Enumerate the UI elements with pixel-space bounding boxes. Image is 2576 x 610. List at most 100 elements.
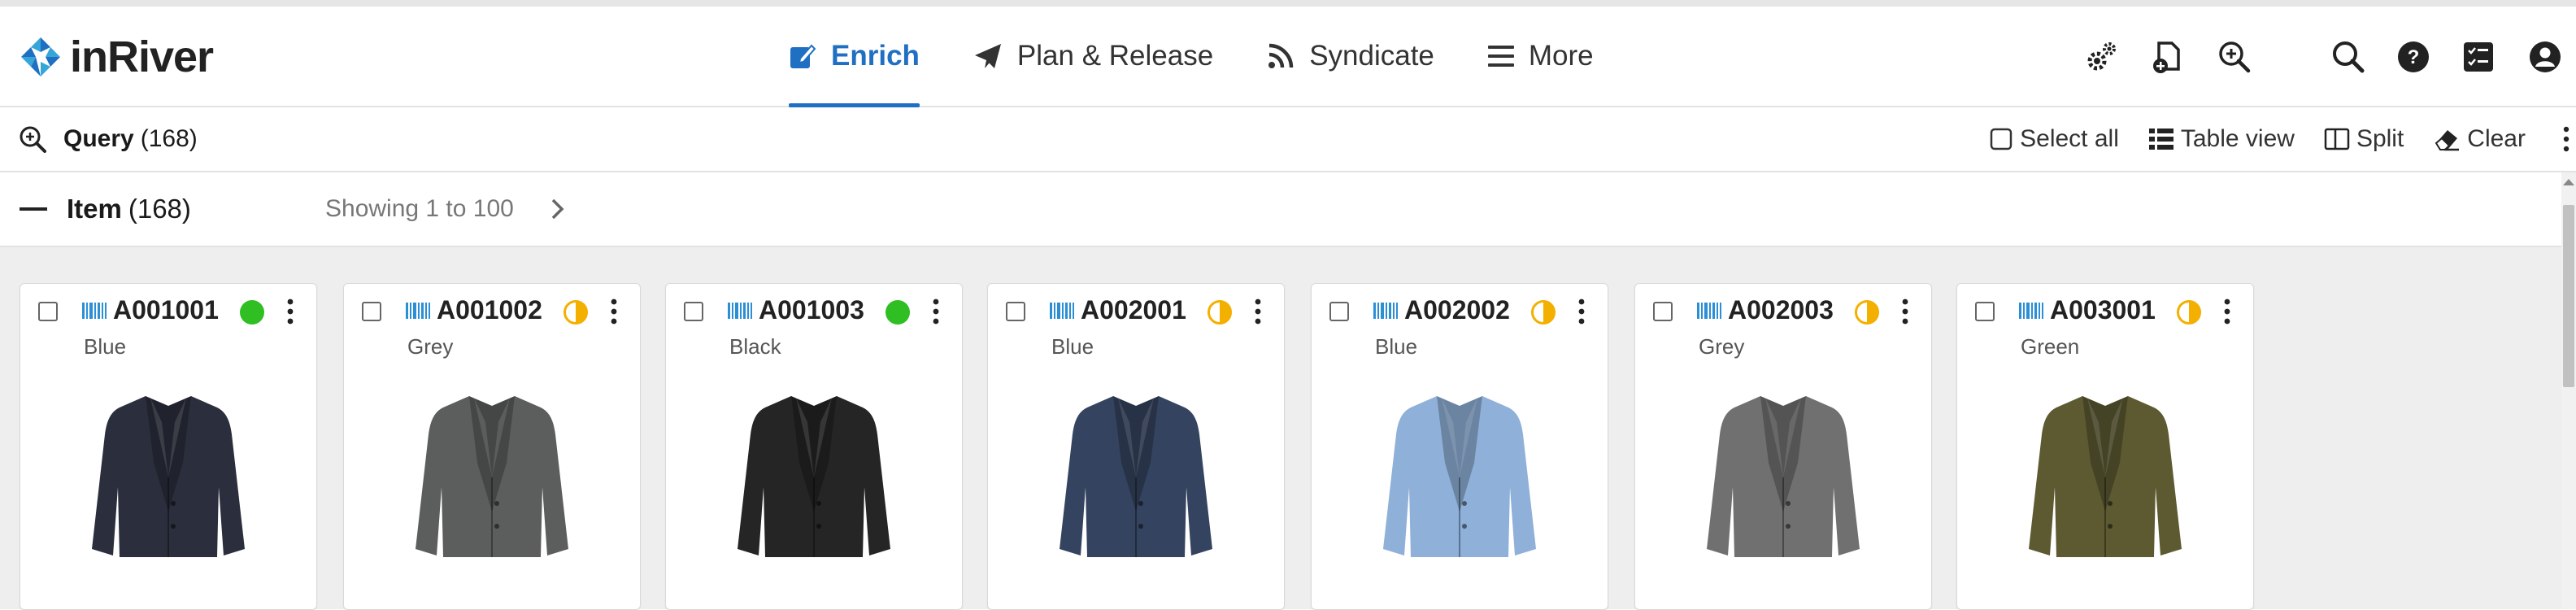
list-icon <box>2148 129 2174 150</box>
nav-syndicate[interactable]: Syndicate <box>1267 7 1434 106</box>
rss-feed-icon <box>1268 43 1294 68</box>
query-count: (168) <box>140 125 198 152</box>
clear-label: Clear <box>2467 125 2526 152</box>
new-document-icon[interactable] <box>2148 37 2187 76</box>
item-select-checkbox[interactable] <box>1329 302 1349 321</box>
table-view-label: Table view <box>2180 125 2295 152</box>
card-menu-icon[interactable] <box>611 298 617 325</box>
inriver-logo-icon <box>21 37 60 76</box>
item-select-checkbox[interactable] <box>1975 302 1995 321</box>
item-code[interactable]: A002003 <box>1728 295 1834 325</box>
gears-icon[interactable] <box>2082 37 2121 76</box>
query-actions: Select all Table view Split Clear <box>1989 107 2576 171</box>
item-code[interactable]: A002002 <box>1404 295 1510 325</box>
nav-enrich[interactable]: Enrich <box>789 7 920 107</box>
query-more-menu[interactable] <box>2555 126 2576 152</box>
table-view-button[interactable]: Table view <box>2148 125 2295 153</box>
logo-text: inRiver <box>70 33 214 81</box>
card-menu-icon[interactable] <box>287 298 294 325</box>
card-menu-icon[interactable] <box>933 298 939 325</box>
search-icon[interactable] <box>2329 37 2368 76</box>
item-code[interactable]: A002001 <box>1081 295 1186 325</box>
split-view-icon <box>2324 128 2350 150</box>
item-color: Grey <box>407 334 454 359</box>
tasks-icon[interactable] <box>2459 37 2498 76</box>
item-select-checkbox[interactable] <box>1653 302 1673 321</box>
item-image[interactable] <box>2024 390 2187 564</box>
clear-button[interactable]: Clear <box>2433 125 2526 153</box>
completeness-status-icon <box>886 300 910 325</box>
barcode-icon <box>1050 302 1074 319</box>
item-code[interactable]: A003001 <box>2050 295 2156 325</box>
item-card[interactable]: A001003 Black <box>665 283 963 610</box>
showing-range: Showing 1 to 100 <box>325 195 514 222</box>
card-menu-icon[interactable] <box>1255 298 1261 325</box>
query-toggle[interactable]: Query (168) <box>18 107 198 171</box>
item-select-checkbox[interactable] <box>38 302 58 321</box>
item-card[interactable]: A002003 Grey <box>1634 283 1932 610</box>
item-card[interactable]: A001001 Blue <box>20 283 317 610</box>
item-select-checkbox[interactable] <box>684 302 703 321</box>
item-card[interactable]: A002001 Blue <box>987 283 1285 610</box>
item-select-checkbox[interactable] <box>362 302 381 321</box>
jacket-image-icon <box>738 396 890 557</box>
completeness-status-icon <box>2177 300 2201 325</box>
nav-more-label: More <box>1528 40 1594 72</box>
item-color: Green <box>2021 334 2080 359</box>
scrollbar-thumb[interactable] <box>2563 205 2574 387</box>
item-image[interactable] <box>1702 390 1865 564</box>
item-code-wrap: A001002 <box>406 295 542 325</box>
barcode-icon <box>82 302 107 319</box>
nav-plan-release[interactable]: Plan & Release <box>973 7 1213 106</box>
item-code-wrap: A002001 <box>1050 295 1186 325</box>
card-menu-icon[interactable] <box>2224 298 2230 325</box>
eraser-icon <box>2435 130 2460 151</box>
pagination: Showing 1 to 100 <box>325 172 566 246</box>
item-code[interactable]: A001002 <box>437 295 542 325</box>
split-button[interactable]: Split <box>2324 125 2404 153</box>
query-label: Query <box>63 125 134 152</box>
jacket-image-icon <box>416 396 568 557</box>
nav-more[interactable]: More <box>1487 7 1594 106</box>
user-icon[interactable] <box>2526 37 2565 76</box>
jacket-image-icon <box>1383 396 1536 557</box>
jacket-image-icon <box>2029 396 2182 557</box>
card-menu-icon[interactable] <box>1902 298 1908 325</box>
select-all-label: Select all <box>2020 125 2119 152</box>
hamburger-menu-icon <box>1487 46 1514 67</box>
checkbox-icon <box>1990 128 2012 150</box>
item-code-wrap: A002003 <box>1697 295 1834 325</box>
logo[interactable]: inRiver <box>20 33 214 81</box>
item-image[interactable] <box>411 390 573 564</box>
query-bar: Query (168) Select all Table view Split <box>0 107 2576 172</box>
scroll-up-arrow-icon[interactable] <box>2563 179 2574 185</box>
item-image[interactable] <box>87 390 250 564</box>
item-image[interactable] <box>733 390 895 564</box>
item-image[interactable] <box>1055 390 1217 564</box>
zoom-in-icon[interactable] <box>2215 37 2254 76</box>
item-card[interactable]: A003001 Green <box>1956 283 2254 610</box>
chevron-right-icon[interactable] <box>550 198 566 220</box>
item-section-header: Item (168) Showing 1 to 100 <box>0 172 2561 247</box>
card-menu-icon[interactable] <box>1578 298 1585 325</box>
barcode-icon <box>2019 302 2043 319</box>
item-collapse-toggle[interactable]: Item (168) <box>20 172 191 246</box>
select-all-button[interactable]: Select all <box>1989 125 2119 153</box>
item-code-wrap: A003001 <box>2019 295 2156 325</box>
item-card[interactable]: A002002 Blue <box>1311 283 1608 610</box>
item-select-checkbox[interactable] <box>1006 302 1025 321</box>
nav-enrich-label: Enrich <box>831 40 920 72</box>
edit-icon <box>790 44 816 68</box>
item-image[interactable] <box>1378 390 1541 564</box>
nav-syndicate-label: Syndicate <box>1309 40 1434 72</box>
item-code[interactable]: A001001 <box>113 295 219 325</box>
item-color: Blue <box>1375 334 1418 359</box>
item-code[interactable]: A001003 <box>759 295 864 325</box>
item-label: Item <box>67 194 122 224</box>
main-nav: Enrich Plan & Release Syndicate More <box>789 7 1647 107</box>
completeness-status-icon <box>564 300 588 325</box>
item-card[interactable]: A001002 Grey <box>343 283 641 610</box>
barcode-icon <box>406 302 430 319</box>
top-border <box>0 0 2576 7</box>
help-icon[interactable]: ? <box>2394 37 2433 76</box>
